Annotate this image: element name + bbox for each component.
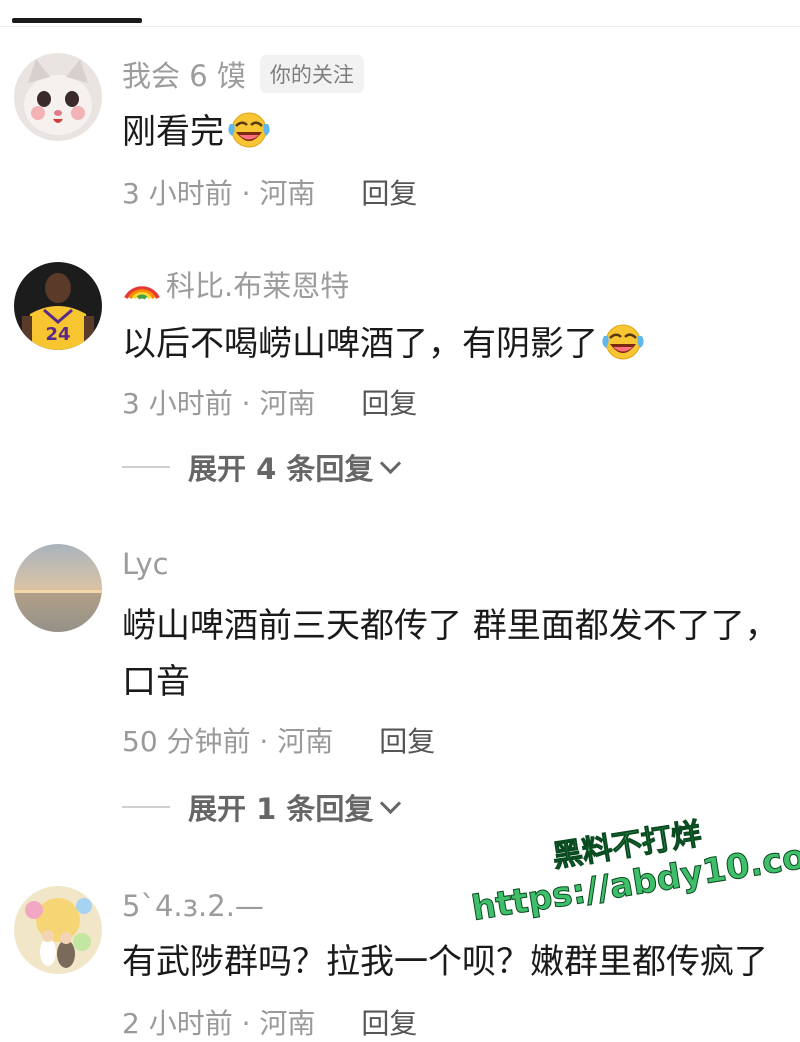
comment-text: 刚看完 [122, 108, 272, 159]
avatar[interactable] [14, 544, 102, 632]
watermark: 黑料不打烊 https://abdy10.com [462, 788, 800, 929]
avatar[interactable] [14, 886, 102, 974]
username[interactable]: Lyc [122, 547, 169, 581]
active-tab-indicator [12, 18, 142, 23]
svg-text:24: 24 [45, 324, 70, 345]
comment-text: 以后不喝崂山啤酒了，有阴影了 [122, 320, 646, 371]
name-row: 5`4.з.2.— [122, 886, 264, 926]
expand-replies-button[interactable]: 展开 4 条回复 [122, 446, 402, 488]
comment-meta: 2 小时前 · 河南 回复 [122, 1002, 417, 1042]
reply-button[interactable]: 回复 [361, 172, 417, 212]
reply-button[interactable]: 回复 [361, 1002, 417, 1042]
chevron-down-icon [380, 452, 402, 474]
comment-meta: 50 分钟前 · 河南 回复 [122, 720, 435, 760]
avatar[interactable] [14, 53, 102, 141]
divider [122, 466, 170, 468]
reply-button[interactable]: 回复 [379, 720, 435, 760]
divider [122, 806, 170, 808]
comment-text-line-1: 崂山啤酒前三天都传了 群里面都发不了了， [122, 606, 779, 646]
tab-bar [0, 0, 800, 27]
follow-badge: 你的关注 [259, 55, 364, 93]
username[interactable]: 我会 6 馍 [122, 53, 246, 95]
name-row: 科比.布莱恩特 [122, 264, 349, 304]
name-row: 我会 6 馍 你的关注 [122, 54, 364, 94]
expand-replies-label: 展开 4 条回复 [188, 452, 374, 486]
username[interactable]: 5`4.з.2.— [122, 889, 264, 923]
name-row: Lyc [122, 544, 169, 584]
comment-text-line-2: 口音 [122, 662, 190, 702]
timestamp-location: 2 小时前 · 河南 [122, 1007, 316, 1040]
laughing-crying-emoji-icon [226, 108, 272, 159]
rainbow-emoji-icon [122, 268, 162, 300]
laughing-crying-emoji-icon [600, 320, 646, 371]
timestamp-location: 3 小时前 · 河南 [122, 387, 316, 420]
reply-button[interactable]: 回复 [361, 382, 417, 422]
comment-meta: 3 小时前 · 河南 回复 [122, 172, 417, 212]
chevron-down-icon [380, 792, 402, 814]
comment-text: 有武陟群吗？拉我一个呗？嫩群里都传疯了 [122, 942, 768, 982]
username[interactable]: 科比.布莱恩特 [166, 263, 349, 305]
expand-replies-button[interactable]: 展开 1 条回复 [122, 786, 402, 828]
comment-meta: 3 小时前 · 河南 回复 [122, 382, 417, 422]
timestamp-location: 50 分钟前 · 河南 [122, 725, 334, 758]
timestamp-location: 3 小时前 · 河南 [122, 177, 316, 210]
avatar[interactable]: 24 [14, 262, 102, 350]
expand-replies-label: 展开 1 条回复 [188, 792, 374, 826]
